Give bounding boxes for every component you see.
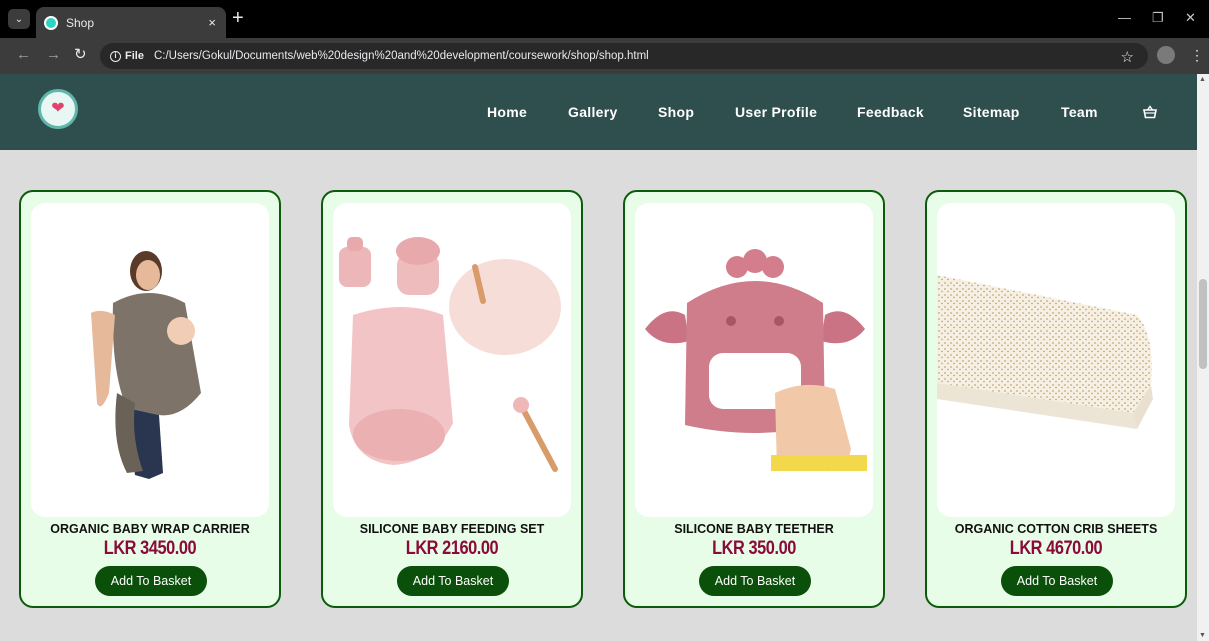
add-to-basket-button[interactable]: Add To Basket: [699, 566, 811, 596]
site-info-chip[interactable]: i File: [110, 50, 144, 62]
site-info-label: File: [125, 50, 144, 62]
product-card: ORGANIC COTTON CRIB SHEETS LKR 4670.00 A…: [925, 190, 1187, 608]
main-nav: Home Gallery Shop User Profile Feedback …: [0, 104, 1197, 124]
product-name: ORGANIC BABY WRAP CARRIER: [50, 522, 250, 536]
browser-menu-icon[interactable]: ⋮: [1190, 47, 1204, 64]
basket-icon[interactable]: [1143, 105, 1157, 119]
tab-title: Shop: [66, 15, 95, 30]
browser-toolbar: ← → ↻ i File C:/Users/Gokul/Documents/we…: [0, 38, 1209, 74]
product-image-baby-wrap-carrier: [31, 203, 269, 517]
tab-search-button[interactable]: ⌄: [8, 9, 30, 29]
nav-team[interactable]: Team: [1061, 104, 1098, 120]
page-viewport: ❤ Home Gallery Shop User Profile Feedbac…: [0, 74, 1197, 641]
add-to-basket-button[interactable]: Add To Basket: [397, 566, 509, 596]
nav-gallery[interactable]: Gallery: [568, 104, 618, 120]
info-icon: i: [110, 50, 121, 62]
product-card: SILICONE BABY FEEDING SET LKR 2160.00 Ad…: [321, 190, 583, 608]
site-header: ❤ Home Gallery Shop User Profile Feedbac…: [0, 74, 1197, 150]
product-name: SILICONE BABY TEETHER: [674, 522, 834, 536]
scroll-thumb[interactable]: [1199, 279, 1207, 369]
forward-icon[interactable]: →: [46, 47, 61, 63]
add-to-basket-button[interactable]: Add To Basket: [95, 566, 207, 596]
product-card: ORGANIC BABY WRAP CARRIER LKR 3450.00 Ad…: [19, 190, 281, 608]
favicon-icon: [44, 15, 58, 30]
new-tab-button[interactable]: +: [232, 8, 244, 28]
add-to-basket-button[interactable]: Add To Basket: [1001, 566, 1113, 596]
product-name: SILICONE BABY FEEDING SET: [359, 522, 545, 536]
url-text[interactable]: C:/Users/Gokul/Documents/web%20design%20…: [154, 50, 649, 62]
nav-sitemap[interactable]: Sitemap: [963, 104, 1020, 120]
scroll-up-icon[interactable]: ▲: [1199, 76, 1206, 83]
restore-icon[interactable]: ❐: [1152, 10, 1164, 26]
product-image-feeding-set: [333, 203, 571, 517]
product-price: LKR 350.00: [712, 538, 796, 559]
back-icon[interactable]: ←: [16, 47, 31, 63]
product-name: ORGANIC COTTON CRIB SHEETS: [954, 522, 1158, 536]
nav-shop[interactable]: Shop: [658, 104, 694, 120]
nav-home[interactable]: Home: [487, 104, 527, 120]
address-bar[interactable]: i File C:/Users/Gokul/Documents/web%20de…: [100, 43, 1148, 69]
bookmark-star-icon[interactable]: ☆: [1121, 48, 1134, 66]
page-scrollbar[interactable]: ▲ ▼: [1197, 74, 1209, 641]
product-image-crib-sheets: [937, 203, 1175, 517]
tab-close-icon[interactable]: ×: [208, 15, 216, 30]
nav-feedback[interactable]: Feedback: [857, 104, 924, 120]
product-card: SILICONE BABY TEETHER LKR 350.00 Add To …: [623, 190, 885, 608]
product-price: LKR 4670.00: [1009, 538, 1103, 559]
browser-tab-bar: ⌄ Shop × + — ❐ ✕: [0, 0, 1209, 38]
product-price: LKR 3450.00: [103, 538, 197, 559]
product-image-teether: [635, 203, 873, 517]
browser-tab[interactable]: Shop ×: [36, 7, 226, 38]
nav-user-profile[interactable]: User Profile: [735, 104, 817, 120]
minimize-icon[interactable]: —: [1118, 10, 1131, 25]
profile-avatar[interactable]: [1157, 46, 1175, 64]
close-window-icon[interactable]: ✕: [1185, 10, 1196, 26]
reload-icon[interactable]: ↻: [74, 47, 87, 63]
scroll-down-icon[interactable]: ▼: [1199, 632, 1206, 639]
product-price: LKR 2160.00: [405, 538, 499, 559]
